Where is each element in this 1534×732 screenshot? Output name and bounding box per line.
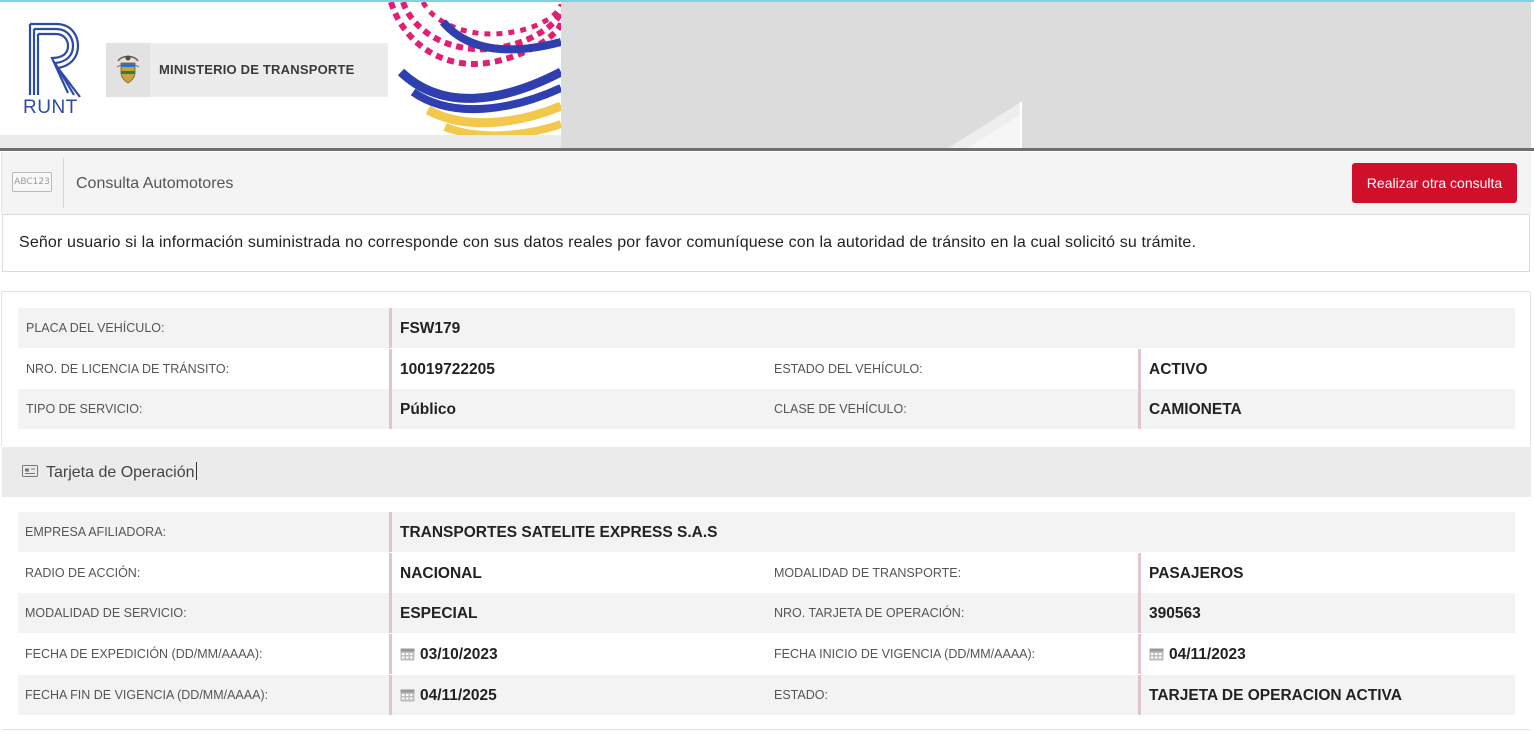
tipo-servicio-value: Público [400,401,456,418]
value-marker [1138,675,1141,715]
tarjeta-row-vigencia-estado: FECHA FIN DE VIGENCIA (DD/MM/AAAA): 04/1… [18,675,1515,715]
page-title: Consulta Automotores [76,175,234,192]
nro-tarjeta-value: 390563 [1149,605,1201,622]
clase-vehiculo-value: CAMIONETA [1149,401,1242,418]
tipo-servicio-label: TIPO DE SERVICIO: [26,402,143,416]
licencia-value: 10019722205 [400,361,495,378]
license-plate-icon: ABC123 [12,172,52,192]
vehicle-row-servicio: TIPO DE SERVICIO: Público CLASE DE VEHÍC… [18,389,1515,429]
decorative-triangles [945,102,1022,150]
modalidad-transporte-value: PASAJEROS [1149,565,1244,582]
modalidad-servicio-label: MODALIDAD DE SERVICIO: [25,606,187,620]
value-marker [389,349,392,389]
radio-accion-label: RADIO DE ACCIÓN: [25,566,141,580]
tarjeta-row-fechas: FECHA DE EXPEDICIÓN (DD/MM/AAAA): 03/10/… [18,634,1515,674]
ministry-banner: MINISTERIO DE TRANSPORTE [106,43,388,97]
header-divider [0,148,1534,151]
value-marker [389,512,392,552]
vehicle-row-licencia: NRO. DE LICENCIA DE TRÁNSITO: 1001972220… [18,349,1515,389]
placa-label: PLACA DEL VEHÍCULO: [26,321,165,335]
fecha-expedicion-value: 03/10/2023 [400,646,498,664]
fecha-fin-value: 04/11/2025 [400,687,497,705]
value-marker [389,593,392,633]
ministry-crest-area [106,43,150,97]
value-marker [389,675,392,715]
clase-vehiculo-label: CLASE DE VEHÍCULO: [774,402,907,416]
section-separator [2,291,1530,292]
licencia-label: NRO. DE LICENCIA DE TRÁNSITO: [26,362,230,376]
modalidad-servicio-value: ESPECIAL [400,605,478,622]
vehicle-row-placa: PLACA DEL VEHÍCULO: FSW179 [18,308,1515,348]
placa-value: FSW179 [400,320,461,337]
ministry-name: MINISTERIO DE TRANSPORTE [159,62,355,77]
value-marker [1138,553,1141,593]
radio-accion-value: NACIONAL [400,565,482,582]
nro-tarjeta-label: NRO. TARJETA DE OPERACIÓN: [774,606,965,620]
page-header: RUNT MINISTERIO DE TRANSPORTE [0,2,1534,150]
estado-tarjeta-value: TARJETA DE OPERACION ACTIVA [1149,687,1402,704]
empresa-value: TRANSPORTES SATELITE EXPRESS S.A.S [400,524,718,541]
value-marker [1138,593,1141,633]
value-marker [1138,389,1141,429]
value-marker [389,389,392,429]
notice-text: Señor usuario si la información suminist… [19,234,1197,251]
tarjeta-row-radio: RADIO DE ACCIÓN: NACIONAL MODALIDAD DE T… [18,553,1515,593]
value-marker [1138,634,1141,674]
calendar-icon [1149,648,1164,661]
tarjeta-row-empresa: EMPRESA AFILIADORA: TRANSPORTES SATELITE… [18,512,1515,552]
consulta-toolbar: ABC123 Consulta Automotores Realizar otr… [1,152,1531,214]
fecha-inicio-label: FECHA INICIO DE VIGENCIA (DD/MM/AAAA): [774,647,1036,661]
calendar-icon [400,689,415,702]
estado-tarjeta-label: ESTADO: [774,688,828,702]
toolbar-divider [63,158,64,208]
empresa-label: EMPRESA AFILIADORA: [25,525,167,539]
colombia-coat-of-arms-icon [116,55,140,84]
text-cursor [195,462,197,480]
id-card-icon [22,465,38,477]
value-marker [389,553,392,593]
tarjeta-row-modalidad-servicio: MODALIDAD DE SERVICIO: ESPECIAL NRO. TAR… [18,593,1515,633]
header-logo-area: RUNT MINISTERIO DE TRANSPORTE [0,2,561,135]
fecha-inicio-value: 04/11/2023 [1149,646,1246,664]
modalidad-transporte-label: MODALIDAD DE TRANSPORTE: [774,566,962,580]
runt-logo-text: RUNT [23,97,78,118]
vehicle-block-border-right [1530,292,1531,446]
tarjeta-section-title: Tarjeta de Operación [46,462,197,481]
user-notice: Señor usuario si la información suminist… [2,214,1530,272]
fecha-expedicion-label: FECHA DE EXPEDICIÓN (DD/MM/AAAA): [25,647,263,661]
estado-vehiculo-value: ACTIVO [1149,361,1208,378]
value-marker [389,308,392,348]
decorative-ribbon [388,2,561,135]
calendar-icon [400,648,415,661]
section-bottom-border [2,729,1530,730]
new-query-button[interactable]: Realizar otra consulta [1352,163,1517,203]
tarjeta-section-header[interactable]: Tarjeta de Operación [2,447,1531,497]
estado-vehiculo-label: ESTADO DEL VEHÍCULO: [774,362,923,376]
vehicle-block-border-left [1,292,2,446]
value-marker [389,634,392,674]
value-marker [1138,349,1141,389]
fecha-fin-label: FECHA FIN DE VIGENCIA (DD/MM/AAAA): [25,688,269,702]
